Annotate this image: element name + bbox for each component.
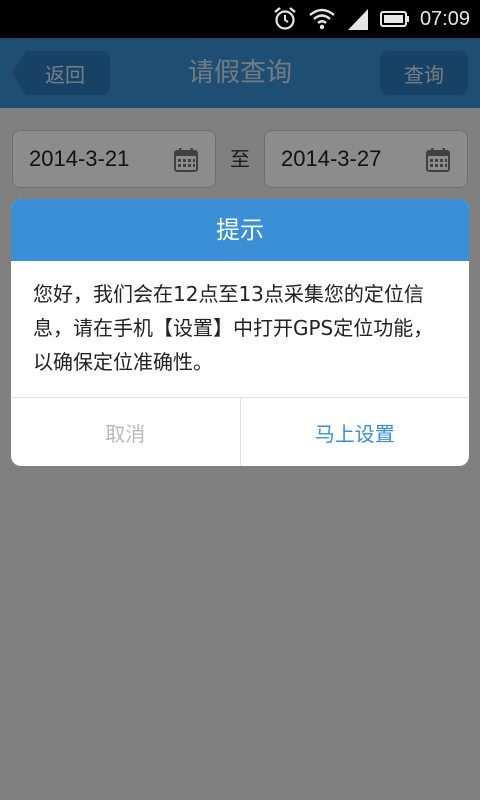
status-bar: 07:09 [0,0,480,38]
cancel-button[interactable]: 取消 [11,398,241,466]
open-settings-button[interactable]: 马上设置 [241,398,470,466]
battery-icon [379,11,409,27]
gps-prompt-dialog: 提示 您好，我们会在12点至13点采集您的定位信息，请在手机【设置】中打开GPS… [11,199,469,466]
dialog-actions: 取消 马上设置 [11,397,469,466]
signal-icon [347,9,368,30]
status-time: 07:09 [419,7,470,30]
status-icons: 07:09 [272,6,470,32]
alarm-icon [274,7,296,30]
wifi-icon [309,8,335,30]
dialog-title: 提示 [11,199,469,261]
dialog-message: 您好，我们会在12点至13点采集您的定位信息，请在手机【设置】中打开GPS定位功… [33,282,434,374]
